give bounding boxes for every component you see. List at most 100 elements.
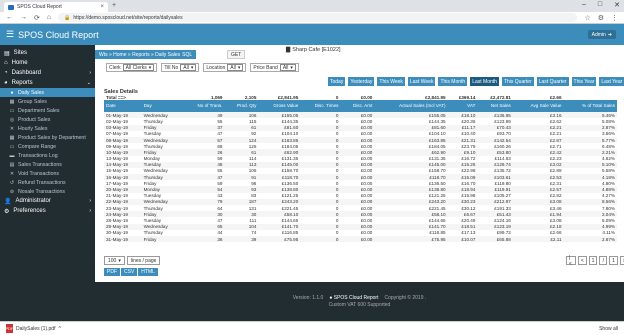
prev-page-button[interactable]: < [577,256,587,265]
period-last-year[interactable]: Last Year [599,77,624,86]
column-header[interactable]: Actual Sales (Incl VAT) [374,100,448,113]
page-separator: / [599,256,608,265]
settings-icon[interactable]: ⚙ [598,14,604,22]
app-name: SPOS Cloud Report [18,29,99,40]
sidebar-dashboard-label: Dashboard [11,70,41,76]
maximize-button[interactable]: □ [598,1,602,9]
sales-tx-icon: ▤ [9,161,15,168]
table-cell: 36 [182,235,225,243]
grid-icon: ▦ [9,134,15,141]
column-header[interactable]: Gross Value [258,100,301,113]
menu-icon[interactable]: ⋮ [611,14,618,22]
home-icon[interactable]: ⌂ [47,14,51,21]
till-select[interactable]: All ▾ [180,64,197,71]
browser-tab-bar: SPOS Cloud Report × + – □ ✕ [0,0,624,12]
show-all-link[interactable]: Show all [599,326,618,332]
sidebar-item-product-sales-by-department[interactable]: ▦ Product Sales by Department [0,133,95,142]
get-button[interactable]: GET [227,50,246,59]
download-item[interactable]: PDF DailySales (1).pdf ^ [6,324,61,333]
back-icon[interactable]: ← [6,14,13,21]
export-csv-button[interactable]: CSV [121,268,138,276]
period-buttons: Today Yesterday This Week Last Week This… [328,77,624,86]
home-nav-icon: ⌂ [4,60,8,66]
location-select[interactable]: All ▾ [227,64,244,71]
sidebar-administrator[interactable]: 👤 Administrator › [0,196,95,206]
sidebar-item-hourly-sales[interactable]: ✕ Hourly Sales [0,124,95,133]
sidebar-reports[interactable]: ◕ Reports ⌄ [0,78,95,88]
clerk-select[interactable]: All Clerks ▾ [122,64,155,71]
close-tab-icon[interactable]: × [100,4,104,10]
sidebar-sites[interactable]: ▤ Sites [0,48,95,58]
page-size-value: 100 [108,257,117,264]
address-bar: ← → ⟳ ⌂ 🔒 https://demo.sposcloud.net/sit… [0,12,624,24]
sidebar-item-void-transactions[interactable]: ✕ Void Transactions [0,169,95,178]
reload-icon[interactable]: ⟳ [34,14,40,22]
first-page-button[interactable]: |< [566,255,576,267]
column-header[interactable]: % of Total Sales [563,100,617,113]
column-header[interactable]: VAT [447,100,478,113]
current-page[interactable]: 1 [588,256,598,265]
page-size-select[interactable]: 100 ▾ [104,256,125,265]
period-this-week[interactable]: This Week [377,77,405,86]
sidebar-item-nosale-transactions[interactable]: ⊘ Nosale Transactions [0,187,95,196]
column-header[interactable]: Disc. Times [300,100,341,113]
admin-icon: 👤 [4,198,12,205]
close-window-button[interactable]: ✕ [614,1,620,9]
sidebar-preferences[interactable]: ⚙ Preferences › [0,206,95,216]
new-tab-button[interactable]: + [112,2,116,9]
chevron-right-icon: › [89,198,91,204]
breadcrumb-text[interactable]: Wts » Home » Reports » Daily Sales [99,52,180,58]
column-header[interactable]: Net Sales [477,100,513,113]
location-label: Location [206,64,226,71]
sidebar-item-compare-range[interactable]: ▭ Compare Range [0,142,95,151]
chevron-right-icon: › [89,208,91,214]
period-yesterday[interactable]: Yesterday [348,77,375,86]
department-icon: ▭ [9,107,15,114]
url-field[interactable]: 🔒 https://demo.sposcloud.net/site/report… [58,13,578,22]
table-cell: £75.95 [258,235,301,243]
user-button[interactable]: Admin ➔ [587,30,616,39]
period-this-quarter[interactable]: This Quarter [501,77,534,86]
sidebar-item-product-sales[interactable]: ◎ Product Sales [0,115,95,124]
period-last-week[interactable]: Last Week [407,77,436,86]
column-header[interactable]: Day [141,100,183,113]
minimize-button[interactable]: – [582,1,586,9]
column-header[interactable]: No of Trans. [182,100,225,113]
forward-icon[interactable]: → [20,14,27,21]
column-header[interactable]: Date [104,100,142,113]
page-size-control: 100 ▾ lines / page [104,256,161,265]
sidebar-item-label: Product Sales [18,116,51,123]
sidebar-home-label: Home [11,60,28,66]
chevron-up-icon[interactable]: ^ [58,326,60,332]
column-header[interactable]: Avg Sale Value [512,100,564,113]
sidebar-item-sales-transactions[interactable]: ▤ Sales Transactions [0,160,95,169]
column-header[interactable]: Disc. Amt [340,100,375,113]
hamburger-icon[interactable]: ☰ [6,29,14,40]
sidebar-item-refund-transactions[interactable]: ↺ Refund Transactions [0,178,95,187]
sidebar-item-transactions-log[interactable]: ▬ Transactions Log [0,151,95,160]
sidebar-item-group-sales[interactable]: ▦ Group Sales [0,97,95,106]
sidebar-item-label: Compare Range [18,143,57,150]
column-header[interactable]: Prod. Qty [224,100,259,113]
browser-tab[interactable]: SPOS Cloud Report × [4,2,108,12]
store-icon: ▇ [286,47,291,53]
star-icon[interactable]: ☆ [584,14,590,22]
period-today[interactable]: Today [328,77,346,86]
sidebar-item-department-sales[interactable]: ▭ Department Sales [0,106,95,115]
period-last-month[interactable]: Last Month [470,77,499,86]
export-html-button[interactable]: HTML [138,268,158,276]
sidebar-item-daily-sales[interactable]: ● Daily Sales [0,88,95,97]
next-page-button[interactable]: > [619,256,624,265]
sidebar-dashboard[interactable]: ◔ Dashboard › [0,68,95,78]
price-band-select[interactable]: All ▾ [279,64,296,71]
export-pdf-button[interactable]: PDF [104,268,120,276]
log-icon: ▬ [9,152,15,159]
sidebar-home[interactable]: ⌂ Home [0,58,95,68]
table-cell: £75.95 [374,235,448,243]
sidebar-item-label: Product Sales by Department [18,134,86,141]
period-this-year[interactable]: This Year [571,77,597,86]
period-this-month[interactable]: This Month [438,77,468,86]
period-last-quarter[interactable]: Last Quarter [536,77,569,86]
chevron-right-icon: › [89,70,91,76]
table-cell: £65.88 [477,235,513,243]
